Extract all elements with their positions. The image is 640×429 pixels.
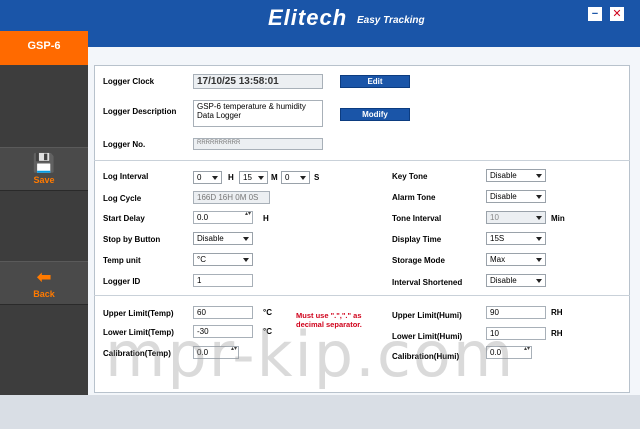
section-divider [94,295,630,296]
stop-by-button-select[interactable]: Disable [193,232,253,245]
log-interval-label: Log Interval [103,172,149,181]
upper-limit-humi-unit: RH [551,308,563,317]
stop-by-button-label: Stop by Button [103,235,161,244]
brand-tagline: Easy Tracking [357,15,425,26]
save-button[interactable]: 💾 Save [0,147,88,191]
close-icon[interactable]: ✕ [610,7,624,21]
logger-id-label: Logger ID [103,277,141,286]
brand-logo: Elitech [268,5,348,30]
logger-description-field[interactable]: GSP-6 temperature & humidity Data Logger [193,100,323,127]
bottom-bar [0,395,640,429]
sidebar: GSP-6 💾 Save ⬅ Back [0,31,88,395]
logger-id-field[interactable]: 1 [193,274,253,287]
logger-description-label: Logger Description [103,107,177,116]
log-cycle-label: Log Cycle [103,194,142,203]
logger-clock-field: 17/10/25 13:58:01 [193,74,323,89]
lower-limit-humi-unit: RH [551,329,563,338]
key-tone-select[interactable]: Disable [486,169,546,182]
log-cycle-field: 166D 16H 0M 0S [193,191,270,204]
display-time-select[interactable]: 15S [486,232,546,245]
device-tab[interactable]: GSP-6 [0,31,88,65]
floppy-disk-icon: 💾 [32,153,56,173]
upper-limit-temp-unit: °C [263,308,272,317]
logger-clock-label: Logger Clock [103,77,155,86]
hours-unit: H [228,173,234,182]
tone-interval-unit: Min [551,214,565,223]
log-interval-minutes-select[interactable]: 15 [239,171,268,184]
tone-interval-label: Tone Interval [392,214,442,223]
save-label: Save [33,175,55,185]
header-strip [88,31,640,47]
seconds-unit: S [314,173,320,182]
logger-no-field: RRRRRRRRRR [193,138,323,150]
upper-limit-temp-label: Upper Limit(Temp) [103,309,174,318]
interval-shortened-select[interactable]: Disable [486,274,546,287]
alarm-tone-label: Alarm Tone [392,193,436,202]
arrow-left-icon: ⬅ [36,267,52,287]
section-divider [94,160,630,161]
log-interval-hours-select[interactable]: 0 [193,171,222,184]
watermark: mpr-kip.com [105,318,516,391]
logger-no-label: Logger No. [103,140,146,149]
minimize-icon[interactable]: − [588,7,602,21]
display-time-label: Display Time [392,235,442,244]
modify-button[interactable]: Modify [340,108,410,121]
start-delay-label: Start Delay [103,214,145,223]
start-delay-stepper[interactable]: 0.0 [193,211,253,224]
temp-unit-select[interactable]: °C [193,253,253,266]
back-button[interactable]: ⬅ Back [0,261,88,305]
temp-unit-label: Temp unit [103,256,141,265]
alarm-tone-select[interactable]: Disable [486,190,546,203]
interval-shortened-label: Interval Shortened [392,278,463,287]
storage-mode-select[interactable]: Max [486,253,546,266]
storage-mode-label: Storage Mode [392,256,445,265]
edit-button[interactable]: Edit [340,75,410,88]
title-bar: Elitech Easy Tracking − ✕ [0,0,640,31]
key-tone-label: Key Tone [392,172,428,181]
tone-interval-select: 10 [486,211,546,224]
start-delay-unit: H [263,214,269,223]
back-label: Back [33,289,55,299]
minutes-unit: M [271,173,278,182]
log-interval-seconds-select[interactable]: 0 [281,171,310,184]
